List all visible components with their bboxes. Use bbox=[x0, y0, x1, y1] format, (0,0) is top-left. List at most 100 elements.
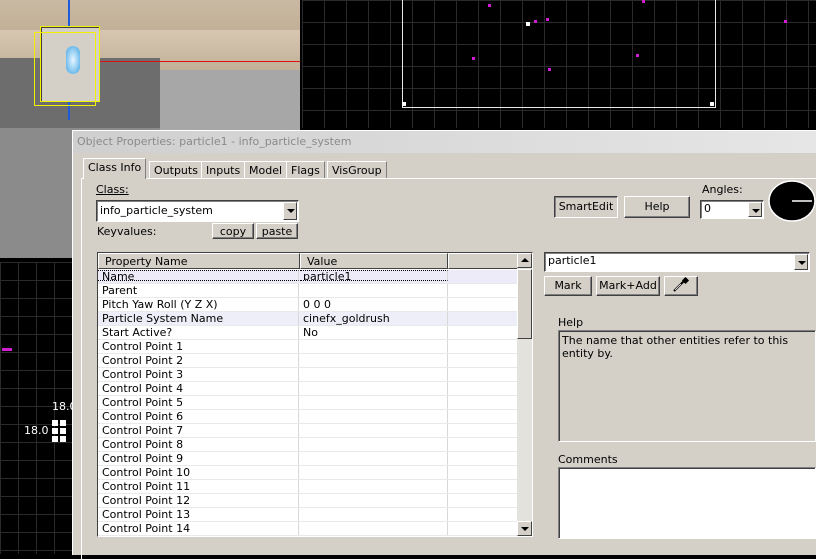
scroll-down-icon[interactable] bbox=[517, 521, 532, 536]
vertex-handle[interactable] bbox=[526, 22, 530, 26]
table-row[interactable]: Control Point 3 bbox=[98, 368, 518, 382]
property-value-cell[interactable] bbox=[300, 466, 448, 479]
property-value-cell[interactable]: No bbox=[300, 326, 448, 339]
class-combo[interactable]: info_particle_system bbox=[96, 200, 299, 222]
property-name-cell: Start Active? bbox=[98, 326, 299, 339]
chevron-down-icon[interactable] bbox=[748, 202, 762, 217]
vertex-handle[interactable] bbox=[710, 102, 714, 106]
tab-class-info[interactable]: Class Info bbox=[83, 158, 147, 179]
entity-marker[interactable] bbox=[636, 54, 639, 57]
property-value-cell[interactable] bbox=[300, 382, 448, 395]
scroll-thumb[interactable] bbox=[517, 269, 532, 339]
entity-marker[interactable] bbox=[546, 18, 549, 21]
vertex-handle[interactable] bbox=[52, 420, 58, 426]
vertex-handle[interactable] bbox=[402, 102, 406, 106]
value-combo[interactable]: particle1 bbox=[544, 252, 810, 272]
help-button[interactable]: Help bbox=[624, 196, 690, 218]
table-row[interactable]: Control Point 11 bbox=[98, 480, 518, 494]
tab-flags[interactable]: Flags bbox=[286, 161, 325, 179]
property-value-cell[interactable] bbox=[300, 410, 448, 423]
property-value-cell[interactable] bbox=[300, 438, 448, 451]
vertex-handle[interactable] bbox=[60, 428, 66, 434]
angle-compass-icon[interactable] bbox=[768, 180, 816, 222]
column-header-property[interactable]: Property Name bbox=[98, 253, 300, 269]
x-axis-line bbox=[90, 61, 300, 62]
tab-outputs[interactable]: Outputs bbox=[149, 161, 203, 179]
keyvalues-label: Keyvalues: bbox=[97, 225, 157, 238]
table-row[interactable]: Control Point 6 bbox=[98, 410, 518, 424]
vertex-handle[interactable] bbox=[60, 436, 66, 442]
vertex-handle[interactable] bbox=[52, 436, 58, 442]
property-value-cell[interactable] bbox=[300, 424, 448, 437]
tab-model[interactable]: Model bbox=[244, 161, 288, 179]
table-row[interactable]: Control Point 2 bbox=[98, 354, 518, 368]
property-value-cell[interactable] bbox=[300, 452, 448, 465]
tab-inputs[interactable]: Inputs bbox=[201, 161, 246, 179]
table-row[interactable]: Control Point 4 bbox=[98, 382, 518, 396]
property-value-cell[interactable] bbox=[300, 536, 448, 537]
chevron-down-icon[interactable] bbox=[794, 254, 808, 270]
entity-marker[interactable] bbox=[488, 4, 491, 7]
table-row[interactable]: Control Point 7 bbox=[98, 424, 518, 438]
scroll-up-icon[interactable] bbox=[517, 253, 532, 268]
property-name-cell: Control Point 7 bbox=[98, 424, 299, 437]
table-row[interactable]: Control Point 13 bbox=[98, 508, 518, 522]
table-row[interactable]: Control Point 15 bbox=[98, 536, 518, 537]
keyvalues-grid[interactable]: Property Name Value Name particle1 Parent P… bbox=[97, 252, 533, 537]
property-value-cell[interactable] bbox=[300, 368, 448, 381]
table-row[interactable]: Control Point 1 bbox=[98, 340, 518, 354]
table-row[interactable]: Control Point 5 bbox=[98, 396, 518, 410]
paste-button[interactable]: paste bbox=[256, 223, 298, 239]
entity-marker[interactable] bbox=[534, 20, 537, 23]
property-name-cell: Control Point 14 bbox=[98, 522, 299, 535]
table-row[interactable]: Start Active? No bbox=[98, 326, 518, 340]
property-value-cell[interactable] bbox=[300, 340, 448, 353]
property-value-cell[interactable] bbox=[300, 480, 448, 493]
table-row[interactable]: Parent bbox=[98, 284, 518, 298]
column-header-value[interactable]: Value bbox=[300, 253, 448, 269]
table-row[interactable]: Control Point 14 bbox=[98, 522, 518, 536]
viewport-side[interactable]: 18.0 18.0 bbox=[0, 262, 72, 554]
copy-button[interactable]: copy bbox=[212, 223, 254, 239]
viewport-top[interactable] bbox=[302, 0, 816, 128]
entity-marker[interactable] bbox=[2, 348, 12, 351]
particle-entity-icon[interactable] bbox=[66, 46, 80, 74]
dialog-title-bar[interactable]: Object Properties: particle1 - info_part… bbox=[73, 131, 816, 153]
grid-scrollbar[interactable] bbox=[517, 253, 532, 536]
table-row[interactable]: Name particle1 bbox=[98, 270, 518, 284]
smartedit-button[interactable]: SmartEdit bbox=[554, 196, 618, 218]
pick-entity-button[interactable] bbox=[664, 276, 698, 296]
angles-combo[interactable]: 0 bbox=[700, 200, 764, 219]
property-value-cell[interactable] bbox=[300, 354, 448, 367]
table-row[interactable]: Control Point 9 bbox=[98, 452, 518, 466]
class-label: Class: bbox=[96, 183, 129, 196]
entity-marker[interactable] bbox=[472, 57, 475, 60]
tab-visgroup[interactable]: VisGroup bbox=[327, 161, 387, 179]
table-row[interactable]: Control Point 10 bbox=[98, 466, 518, 480]
entity-marker[interactable] bbox=[642, 0, 645, 3]
property-value-cell[interactable] bbox=[300, 396, 448, 409]
table-row[interactable]: Pitch Yaw Roll (Y Z X) 0 0 0 bbox=[98, 298, 518, 312]
property-name-cell: Control Point 8 bbox=[98, 438, 299, 451]
table-row[interactable]: Control Point 12 bbox=[98, 494, 518, 508]
column-header-spare bbox=[448, 253, 518, 269]
brush-outline bbox=[402, 0, 716, 108]
property-value-cell[interactable]: cinefx_goldrush bbox=[300, 312, 448, 325]
entity-marker[interactable] bbox=[548, 68, 551, 71]
property-value-cell[interactable] bbox=[300, 508, 448, 521]
property-name-cell: Control Point 12 bbox=[98, 494, 299, 507]
property-value-cell[interactable] bbox=[300, 494, 448, 507]
property-value-cell[interactable] bbox=[300, 284, 448, 297]
chevron-down-icon[interactable] bbox=[283, 202, 297, 220]
vertex-handle[interactable] bbox=[52, 428, 58, 434]
mark-add-button[interactable]: Mark+Add bbox=[596, 276, 660, 296]
comments-field[interactable] bbox=[558, 467, 816, 539]
entity-marker[interactable] bbox=[784, 20, 787, 23]
mark-button[interactable]: Mark bbox=[544, 276, 592, 296]
vertex-handle[interactable] bbox=[60, 420, 66, 426]
property-value-cell[interactable]: 0 0 0 bbox=[300, 298, 448, 311]
table-row[interactable]: Particle System Name cinefx_goldrush bbox=[98, 312, 518, 326]
table-row[interactable]: Control Point 8 bbox=[98, 438, 518, 452]
property-value-cell[interactable] bbox=[300, 522, 448, 535]
property-value-cell[interactable]: particle1 bbox=[300, 270, 448, 281]
